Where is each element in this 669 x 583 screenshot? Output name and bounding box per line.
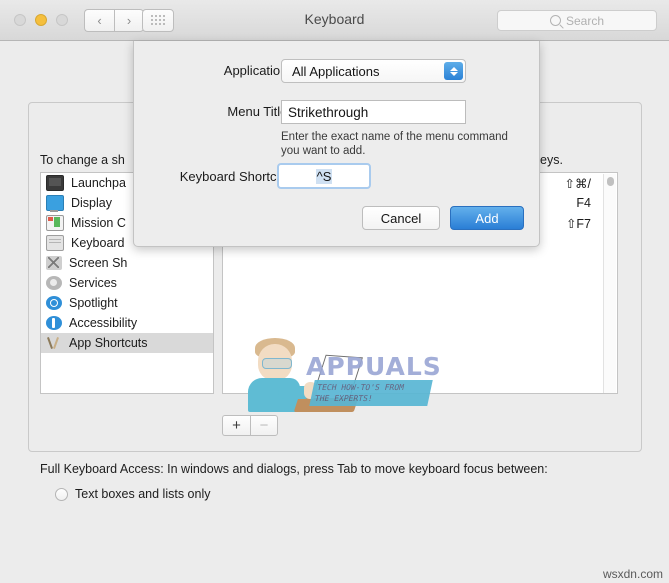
list-item-label: Display [71,196,112,210]
application-label: Application: [223,63,291,78]
add-shortcut-dialog: Application: All Applications Menu Title… [133,41,540,247]
keyboard-shortcut-value: ^S [315,168,333,184]
window-bottom-area: FaceTime ? wsxdn.com [0,503,669,583]
cancel-button[interactable]: Cancel [362,206,440,230]
application-select[interactable]: All Applications [281,59,466,83]
search-icon [549,15,561,26]
search-input[interactable]: Search [497,10,657,31]
shortcut-key-combo: ⇧⌘/ [564,176,591,191]
list-item-label: Mission C [71,216,126,230]
list-item[interactable]: Spotlight [41,293,213,313]
radio-icon[interactable] [55,487,68,501]
launchpad-icon [46,175,64,191]
list-item-label: Spotlight [69,296,118,310]
shortcut-key-combo: ⇧F7 [565,216,591,231]
keyboard-shortcut-input[interactable]: ^S [277,163,371,189]
list-item[interactable]: Services [41,273,213,293]
chevron-up-down-icon[interactable] [444,62,463,80]
remove-shortcut-button: − [250,415,278,436]
search-placeholder: Search [565,13,605,28]
list-item-label: App Shortcuts [69,336,148,350]
display-icon [46,195,64,212]
app-shortcuts-icon [46,336,62,350]
list-item-label: Launchpa [71,176,126,190]
site-watermark: wsxdn.com [602,567,663,581]
list-item-label: Screen Sh [69,256,128,270]
radio-label: Text boxes and lists only [75,487,211,501]
detail-scrollbar[interactable] [603,174,616,393]
radio-text-boxes-and-lists-only[interactable]: Text boxes and lists only [55,487,211,501]
services-icon [46,276,62,290]
keyboard-preferences-window: ‹ › Keyboard Search To change a sh eys. [0,0,669,583]
list-item-label: Accessibility [69,316,138,330]
application-selected-value: All Applications [292,63,380,79]
menu-title-hint: Enter the exact name of the menu command… [281,131,508,157]
add-button[interactable]: Add [450,206,524,230]
shortcut-hint-tail: eys. [540,153,563,167]
shortcut-hint-text: To change a sh [40,153,125,167]
keyboard-shortcut-label: Keyboard Shortcut: [179,169,291,184]
add-shortcut-button[interactable]: + [222,415,250,436]
list-item-app-shortcuts[interactable]: App Shortcuts [41,333,213,353]
spotlight-icon [46,296,62,310]
list-item[interactable]: Screen Sh [41,253,213,273]
keyboard-icon [46,235,64,251]
menu-title-input[interactable]: Strikethrough [281,100,466,124]
list-item[interactable]: Accessibility [41,313,213,333]
shortcut-hint-visible: To change a sh [40,153,125,167]
list-item-label: Services [69,276,117,290]
accessibility-icon [46,316,62,330]
menu-title-value: Strikethrough [288,104,369,120]
mission-control-icon [46,215,64,231]
desktop-background: ‹ › Keyboard Search To change a sh eys. [0,0,669,583]
full-keyboard-access-title: Full Keyboard Access: In windows and dia… [40,462,548,476]
shortcut-key-combo: F4 [576,196,591,210]
screenshot-icon [46,256,62,270]
window-titlebar: ‹ › Keyboard Search [0,0,669,41]
menu-title-label: Menu Title: [227,104,291,119]
list-item-label: Keyboard [71,236,125,250]
add-remove-shortcut-buttons: + − [222,415,278,436]
scrollbar-thumb[interactable] [607,177,614,186]
